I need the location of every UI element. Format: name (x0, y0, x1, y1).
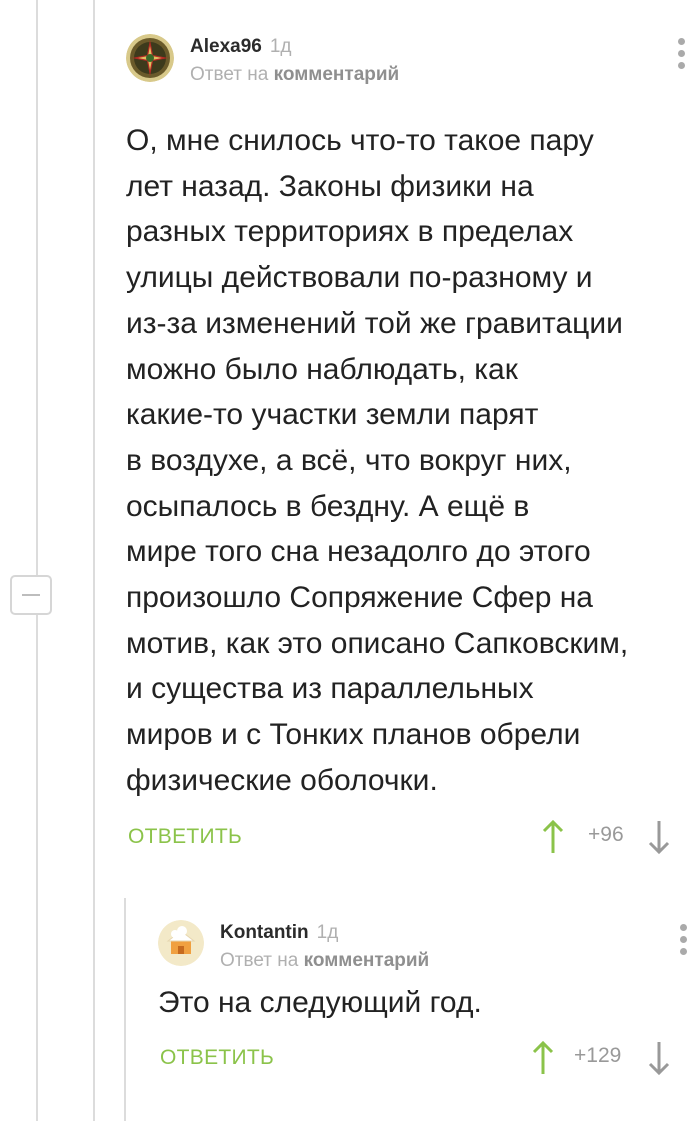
comment-text-line: и существа из параллельных (126, 672, 534, 706)
comment-text-line: О, мне снилось что-то такое пару (126, 124, 594, 157)
comment: Kontantin 1д Ответ на комментарий Это на … (158, 920, 688, 1086)
comment-text-line: миров и с Тонких планов обрели (126, 718, 581, 752)
reply-button[interactable]: ОТВЕТИТЬ (160, 1046, 274, 1070)
comment-text-line: Это на следующий год. (158, 986, 482, 1019)
comment-text-line: произошло Сопряжение Сфер на (126, 581, 593, 615)
downvote-arrow-icon[interactable] (648, 1040, 670, 1076)
comment-text-line: мотив, как это описано Сапковским, (126, 626, 629, 660)
more-vertical-icon[interactable] (678, 924, 688, 960)
comment-actions: ОТВЕТИТЬ +129 (158, 1040, 688, 1086)
comment-text-line: осыпалось в бездну. А ещё в (126, 489, 530, 523)
comment-text-line: мире того сна незадолго до этого (126, 535, 591, 569)
comment-text-line: улицы действовали по-разному и (126, 261, 593, 295)
comment-header: Kontantin 1д Ответ на комментарий (158, 920, 688, 980)
rating-count: +96 (588, 822, 624, 846)
rating-count: +129 (574, 1043, 622, 1067)
upvote-arrow-icon[interactable] (542, 819, 564, 855)
comment-text-line: можно было наблюдать, как (126, 352, 518, 386)
reply-prefix: Ответ на (220, 950, 299, 971)
comment-body: О, мне снилось что-то такое пару лет наз… (126, 118, 671, 804)
author-name[interactable]: Kontantin (220, 922, 309, 943)
comment-meta: Alexa96 1д Ответ на комментарий (190, 36, 399, 86)
comment-meta: Kontantin 1д Ответ на комментарий (220, 922, 429, 972)
downvote-arrow-icon[interactable] (648, 819, 670, 855)
reply-target-link[interactable]: комментарий (274, 64, 400, 85)
comment-text-line: лет назад. Законы физики на (126, 169, 534, 203)
reply-to-line: Ответ на комментарий (220, 950, 429, 972)
comment-text-line: физические оболочки. (126, 763, 438, 797)
comment: Alexa96 1д Ответ на комментарий О, мне сн… (126, 34, 686, 865)
thread-line (36, 0, 38, 1121)
thread-line (93, 0, 95, 1121)
comment-text-line: в воздухе, а всё, что вокруг них, (126, 443, 572, 477)
reply-prefix: Ответ на (190, 64, 269, 85)
collapse-thread-button[interactable] (10, 575, 52, 615)
comment-time: 1д (316, 922, 339, 943)
more-vertical-icon[interactable] (676, 38, 686, 74)
avatar[interactable] (126, 34, 174, 82)
comment-body: Это на следующий год. (158, 980, 688, 1026)
reply-target-link[interactable]: комментарий (304, 950, 430, 971)
upvote-arrow-icon[interactable] (532, 1040, 554, 1076)
collapse-minus-icon (22, 594, 40, 596)
comment-header: Alexa96 1д Ответ на комментарий (126, 34, 686, 94)
reply-button[interactable]: ОТВЕТИТЬ (128, 825, 242, 849)
comment-text-line: разных территориях в пределах (126, 215, 574, 249)
comment-actions: ОТВЕТИТЬ +96 (126, 819, 686, 865)
author-name[interactable]: Alexa96 (190, 36, 262, 57)
comment-text-line: из-за изменений той же гравитации (126, 306, 623, 340)
comment-time: 1д (269, 36, 292, 57)
thread-line (124, 898, 126, 1121)
comment-text-line: какие-то участки земли парят (126, 398, 539, 432)
reply-to-line: Ответ на комментарий (190, 64, 399, 86)
avatar[interactable] (158, 920, 204, 966)
